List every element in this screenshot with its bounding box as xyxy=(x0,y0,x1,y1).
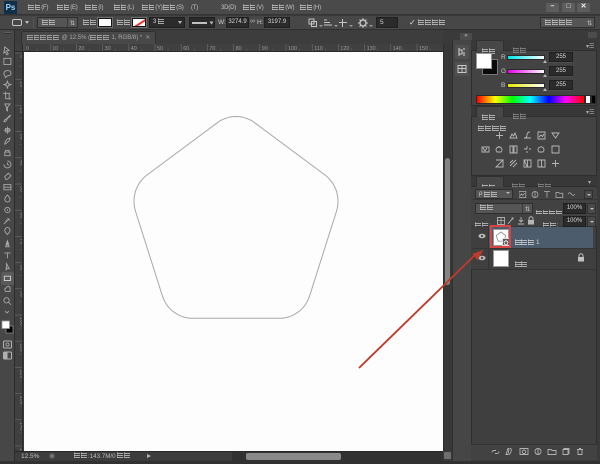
svg-text:0: 0 xyxy=(19,55,24,58)
svg-text:120: 120 xyxy=(19,369,24,378)
svg-text:130: 130 xyxy=(19,396,24,405)
svg-text:30: 30 xyxy=(19,134,24,140)
svg-text:20: 20 xyxy=(19,107,24,113)
svg-text:90: 90 xyxy=(19,291,24,297)
svg-text:50: 50 xyxy=(19,186,24,192)
svg-text:60: 60 xyxy=(19,212,24,218)
svg-text:80: 80 xyxy=(19,265,24,271)
svg-text:110: 110 xyxy=(19,343,24,352)
svg-text:100: 100 xyxy=(19,317,24,326)
svg-text:40: 40 xyxy=(19,160,24,166)
svg-text:70: 70 xyxy=(19,238,24,244)
svg-text:140: 140 xyxy=(19,422,24,431)
svg-text:10: 10 xyxy=(19,81,24,87)
